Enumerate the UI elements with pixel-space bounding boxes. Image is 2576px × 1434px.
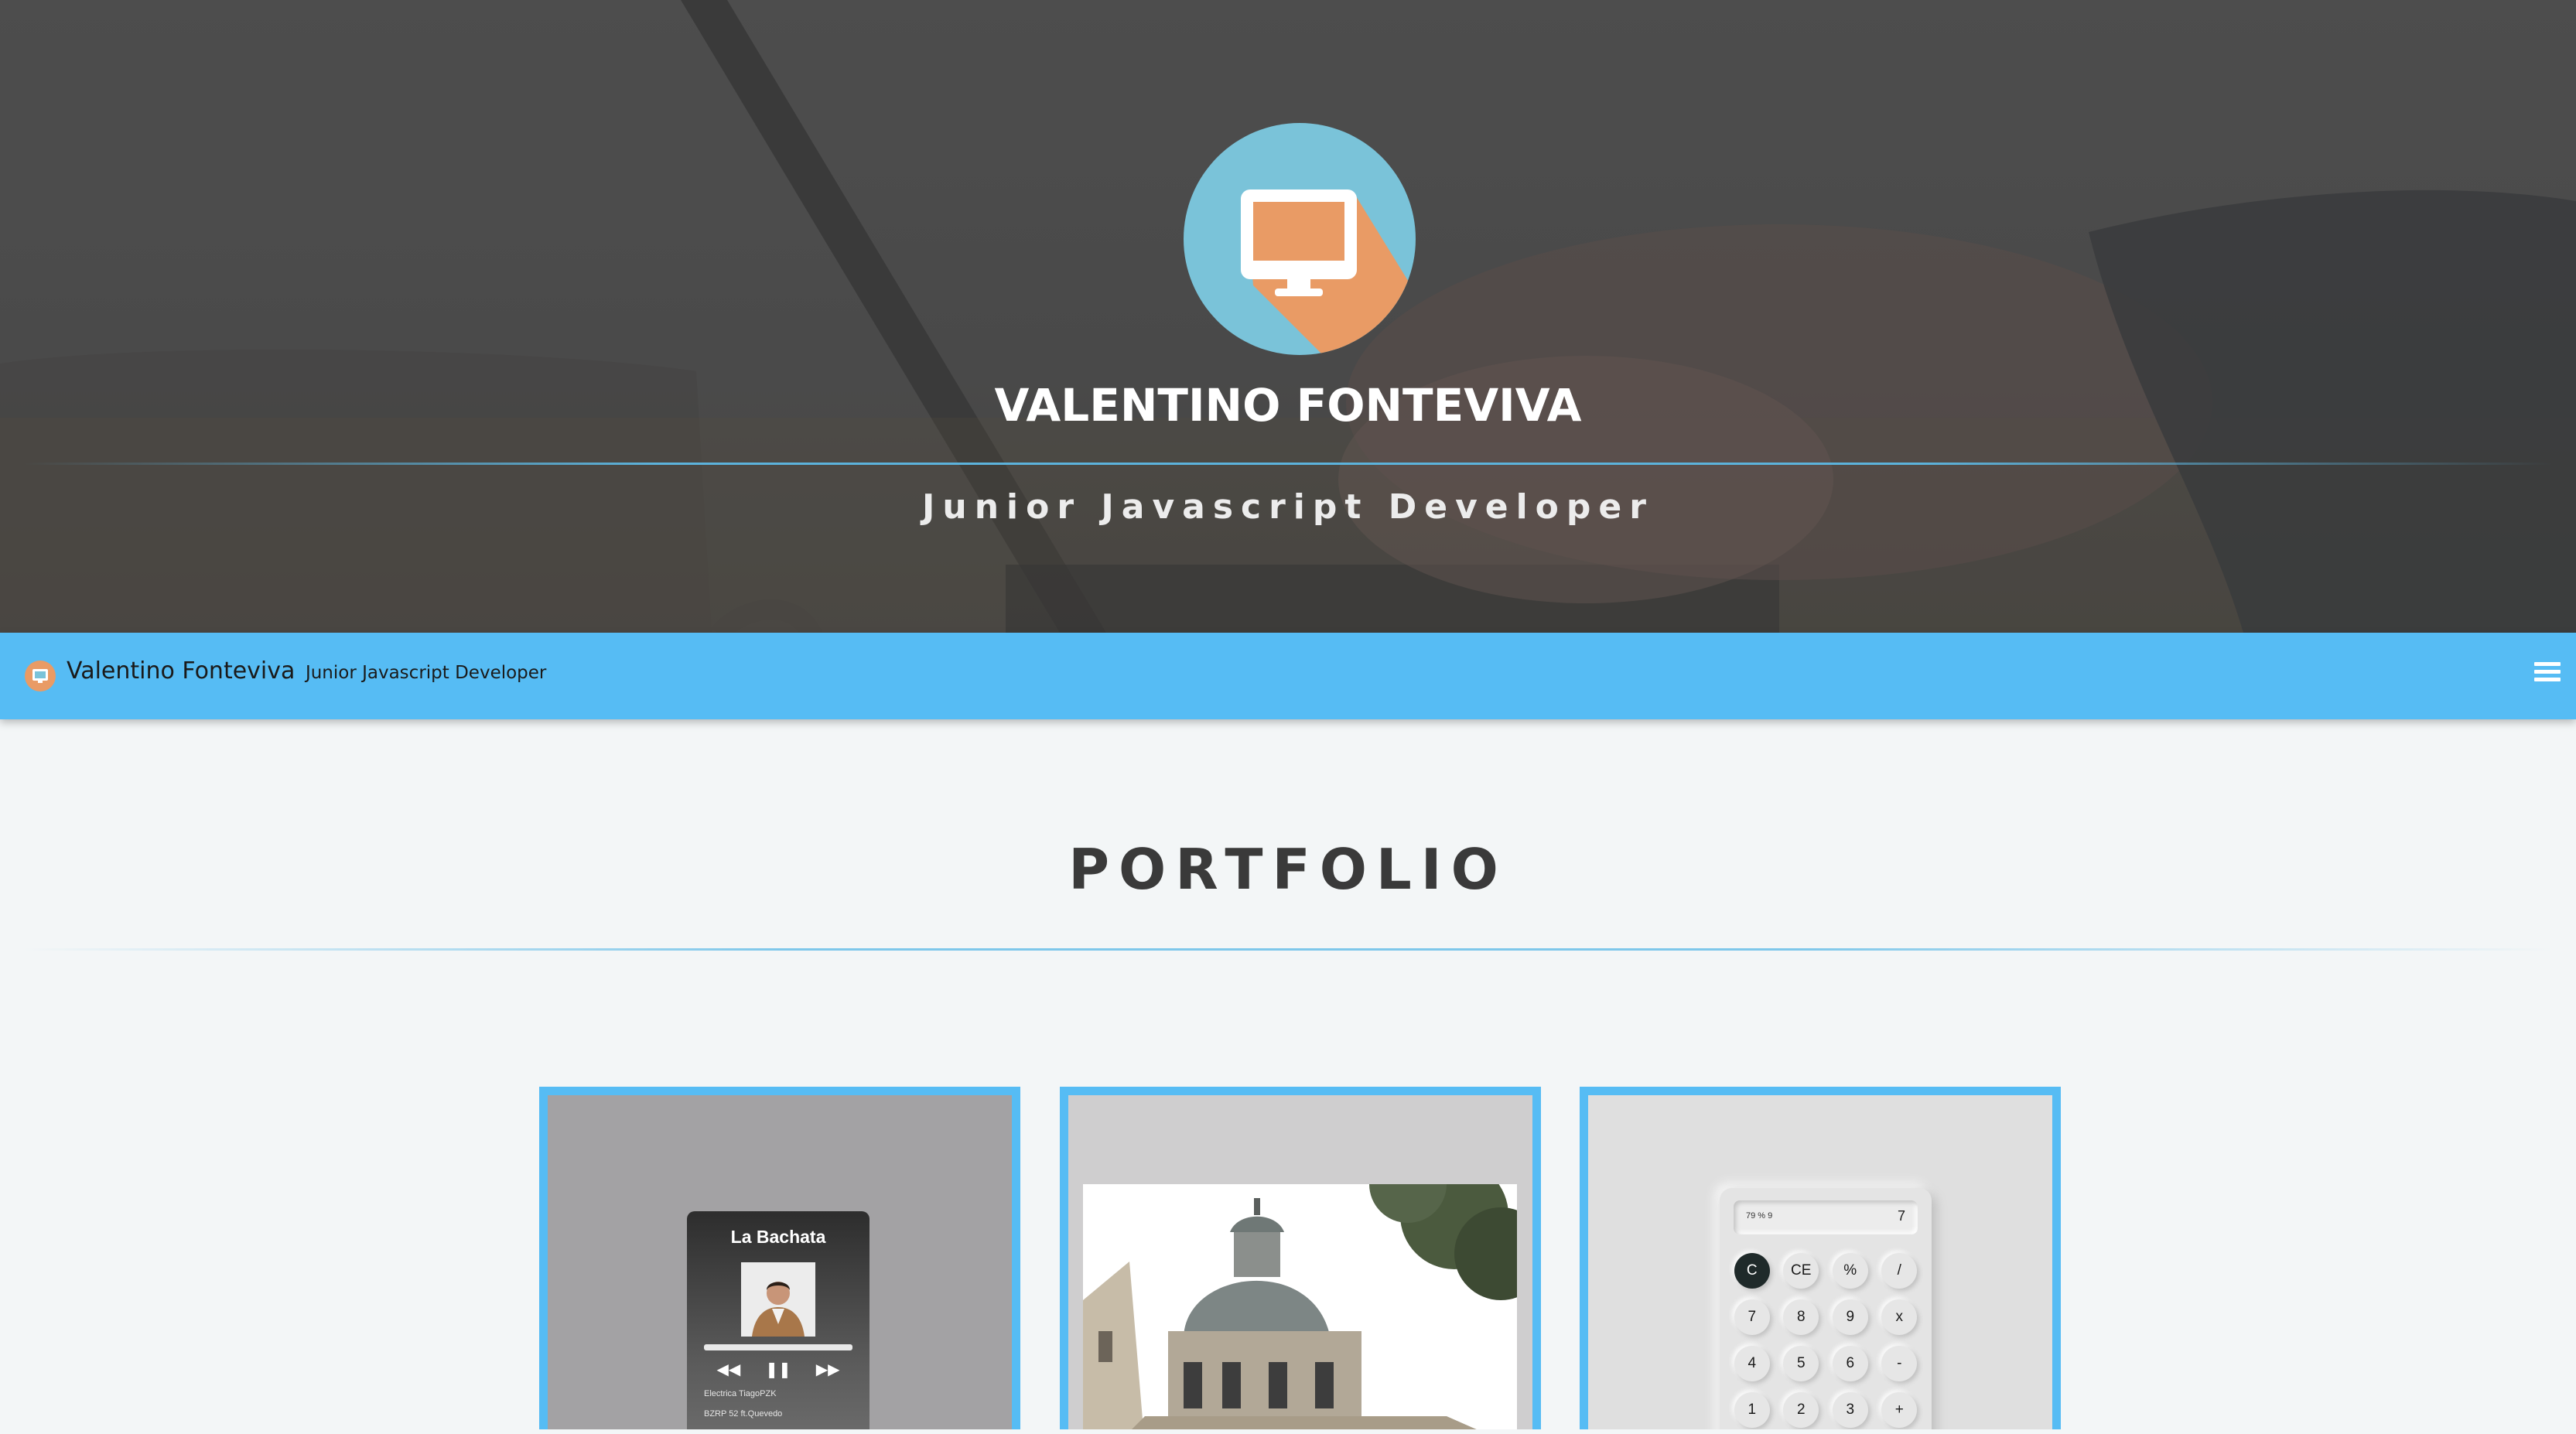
calc-key-9[interactable]: 9 [1832, 1299, 1868, 1335]
calc-key-divide[interactable]: / [1881, 1253, 1918, 1289]
calculator-result: 7 [1897, 1208, 1905, 1224]
hero-name: VALENTINO FONTEVIVA [994, 379, 1582, 432]
album-art-image [741, 1262, 815, 1337]
calculator-keypad: C CE % / 7 8 9 x 4 5 6 - 1 2 3 + [1727, 1253, 1924, 1428]
calculator-preview: 79 % 9 7 C CE % / 7 8 9 x 4 5 6 - 1 2 3 … [1720, 1188, 1932, 1434]
brand-link[interactable]: Valentino Fonteviva Junior Javascript De… [67, 657, 546, 685]
fast-forward-icon[interactable]: ▶▶ [816, 1360, 840, 1378]
track-item: BZRP 52 ft.Quevedo [704, 1409, 783, 1419]
calc-key-4[interactable]: 4 [1734, 1346, 1770, 1381]
portfolio-card-music-player[interactable]: La Bachata ◀◀ ❚❚ ▶▶ Electrica TiagoPZK B… [539, 1087, 1020, 1434]
hero-divider [23, 463, 2553, 465]
monitor-icon [1184, 123, 1416, 355]
hero-subtitle: Junior Javascript Developer [922, 487, 1654, 527]
calc-key-6[interactable]: 6 [1832, 1346, 1868, 1381]
calc-key-8[interactable]: 8 [1783, 1299, 1819, 1335]
track-item: Electrica TiagoPZK [704, 1389, 777, 1398]
brand-subtitle: Junior Javascript Developer [305, 663, 547, 683]
progress-bar[interactable] [704, 1344, 852, 1350]
calc-key-minus[interactable]: - [1881, 1346, 1918, 1381]
calc-key-clear[interactable]: C [1734, 1253, 1770, 1289]
brand-name: Valentino Fonteviva [67, 657, 296, 685]
music-player-preview: La Bachata ◀◀ ❚❚ ▶▶ Electrica TiagoPZK B… [687, 1211, 869, 1434]
brand-logo-icon[interactable] [25, 661, 56, 691]
calc-key-1[interactable]: 1 [1734, 1392, 1770, 1428]
calc-key-clear-entry[interactable]: CE [1783, 1253, 1819, 1289]
calc-key-multiply[interactable]: x [1881, 1299, 1918, 1335]
hero-section: VALENTINO FONTEVIVA Junior Javascript De… [0, 0, 2576, 633]
hamburger-menu-icon[interactable] [2534, 662, 2561, 688]
calculator-display: 79 % 9 7 [1734, 1200, 1918, 1234]
portfolio-card-calculator[interactable]: 79 % 9 7 C CE % / 7 8 9 x 4 5 6 - 1 2 3 … [1580, 1087, 2061, 1434]
calc-key-3[interactable]: 3 [1832, 1392, 1868, 1428]
pause-icon[interactable]: ❚❚ [765, 1360, 791, 1378]
calc-key-5[interactable]: 5 [1783, 1346, 1819, 1381]
calc-key-7[interactable]: 7 [1734, 1299, 1770, 1335]
portfolio-divider [23, 948, 2553, 951]
portfolio-title: PORTFOLIO [1068, 837, 1508, 902]
calc-key-plus[interactable]: + [1881, 1392, 1918, 1428]
building-photo [1083, 1184, 1517, 1434]
navbar: Valentino Fonteviva Junior Javascript De… [0, 633, 2576, 719]
portfolio-card-building[interactable] [1060, 1087, 1541, 1434]
calc-key-percent[interactable]: % [1832, 1253, 1868, 1289]
player-controls: ◀◀ ❚❚ ▶▶ [687, 1360, 869, 1378]
player-title: La Bachata [730, 1227, 826, 1247]
calculator-expression: 79 % 9 [1746, 1211, 1773, 1221]
calc-key-2[interactable]: 2 [1783, 1392, 1819, 1428]
rewind-icon[interactable]: ◀◀ [716, 1360, 740, 1378]
page-bottom-edge [0, 1429, 2576, 1434]
